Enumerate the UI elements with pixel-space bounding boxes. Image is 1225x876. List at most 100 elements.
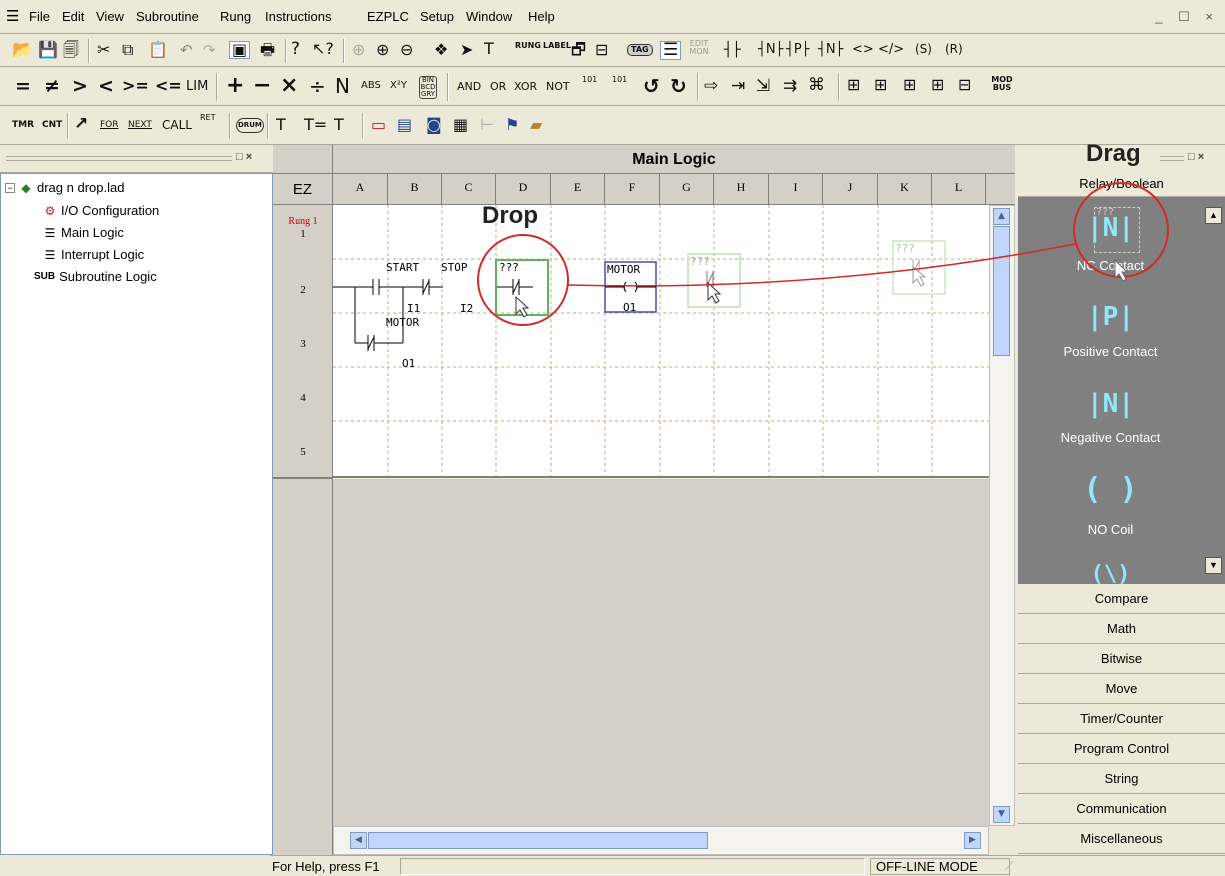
next-button[interactable]: NEXT xyxy=(128,121,152,130)
zoom-in-icon[interactable]: ⊕ xyxy=(376,42,389,58)
less-button[interactable]: < xyxy=(98,77,114,96)
negative-contact-icon[interactable]: ┤N├ xyxy=(818,43,843,56)
category-relay-boolean[interactable]: Relay/Boolean xyxy=(1018,171,1225,197)
text-arrow-button[interactable]: T xyxy=(276,117,286,133)
palette-scroll-up-icon[interactable]: ▲ xyxy=(1205,207,1222,224)
not-button[interactable]: NOT xyxy=(546,81,570,92)
output-icon[interactable]: ⊞ xyxy=(903,77,916,93)
tree-root[interactable]: − ◆ drag n drop.lad xyxy=(5,180,124,195)
convert-icon[interactable]: ⌘ xyxy=(808,77,825,94)
palette-item-no-coil[interactable]: NO Coil xyxy=(1018,522,1203,537)
rotate-left-icon[interactable]: ↺ xyxy=(643,76,660,96)
tree-item-io-configuration[interactable]: ⚙ I/O Configuration xyxy=(43,203,160,218)
edit-mon-button[interactable]: EDIT MON xyxy=(686,40,712,56)
menu-rung[interactable]: Rung xyxy=(220,9,251,24)
window-icon[interactable]: 🗗 xyxy=(571,42,586,58)
layers-icon[interactable]: ❖ xyxy=(434,42,448,58)
zoom-out-icon[interactable]: ⊖ xyxy=(400,42,413,58)
positive-contact-palette-icon[interactable]: |P| xyxy=(1018,302,1203,332)
subtract-button[interactable]: − xyxy=(253,75,271,97)
category-miscellaneous[interactable]: Miscellaneous xyxy=(1018,824,1225,854)
category-program-control[interactable]: Program Control xyxy=(1018,734,1225,764)
vertical-scrollbar[interactable]: ▲ ▼ xyxy=(989,205,1015,826)
greater-button[interactable]: > xyxy=(72,77,88,96)
add-button[interactable]: + xyxy=(226,75,244,97)
category-string[interactable]: String xyxy=(1018,764,1225,794)
input-icon[interactable]: ⊞ xyxy=(847,77,860,93)
window-controls[interactable]: _ ☐ × xyxy=(1155,9,1219,25)
save-icon[interactable]: 💾 xyxy=(38,42,58,58)
network-icon[interactable]: ⊢ xyxy=(480,117,494,133)
tree-item-interrupt-logic[interactable]: ☰ Interrupt Logic xyxy=(43,247,145,262)
scroll-down-icon[interactable]: ▼ xyxy=(993,806,1010,823)
return-button[interactable]: RET xyxy=(200,114,216,122)
scroll-thumb[interactable] xyxy=(368,832,708,849)
sqrt-button[interactable]: N xyxy=(335,76,350,96)
or-button[interactable]: OR xyxy=(490,81,506,92)
nc-contact-palette-icon[interactable]: |N| xyxy=(1018,213,1203,243)
drum-button[interactable]: DRUM xyxy=(236,118,264,133)
text-tool-icon[interactable]: T xyxy=(484,41,494,57)
menu-setup[interactable]: Setup xyxy=(420,9,454,24)
divide-button[interactable]: ÷ xyxy=(309,76,326,96)
help-icon[interactable]: ? xyxy=(291,41,300,58)
move-icon[interactable]: ⇨ xyxy=(704,78,718,95)
category-compare[interactable]: Compare xyxy=(1018,584,1225,614)
layout-icon[interactable]: ▣ xyxy=(229,41,251,59)
menu-instructions[interactable]: Instructions xyxy=(265,9,331,24)
redo-icon[interactable]: ↷ xyxy=(203,43,216,58)
rung-button[interactable]: RUNG xyxy=(515,42,541,50)
message-icon[interactable]: ▭ xyxy=(371,117,386,133)
category-move[interactable]: Move xyxy=(1018,674,1225,704)
info-icon[interactable]: ▤ xyxy=(397,117,412,133)
palette-scroll-down-icon[interactable]: ▼ xyxy=(1205,557,1222,574)
menu-file[interactable]: File xyxy=(29,9,50,24)
and-button[interactable]: AND xyxy=(457,81,481,92)
palette-item-positive-contact[interactable]: Positive Contact xyxy=(1018,344,1203,359)
no-coil-palette-icon[interactable]: ( ) xyxy=(1018,472,1203,507)
less-equal-button[interactable]: <= xyxy=(155,78,182,94)
resize-grip-icon[interactable]: ⟋ xyxy=(1005,859,1013,874)
reset-coil-icon[interactable]: (R) xyxy=(945,43,963,55)
jump-icon[interactable]: ↗ xyxy=(74,116,88,133)
for-button[interactable]: FOR xyxy=(100,121,119,130)
scroll-up-icon[interactable]: ▲ xyxy=(993,208,1010,225)
power-button[interactable]: X²Y xyxy=(390,81,407,91)
horizontal-scrollbar[interactable]: ◀ ▶ xyxy=(333,826,989,855)
input-move-icon[interactable]: ⊞ xyxy=(874,77,887,93)
menu-window[interactable]: Window xyxy=(466,9,512,24)
move-block-icon[interactable]: ⇉ xyxy=(783,78,797,95)
scroll-thumb[interactable] xyxy=(993,226,1010,356)
menu-view[interactable]: View xyxy=(96,9,124,24)
pane-controls[interactable]: □ × xyxy=(236,151,252,163)
text-equal-button[interactable]: T= xyxy=(304,117,327,133)
split-icon[interactable]: ⊟ xyxy=(595,42,608,58)
tag-button[interactable]: TAG xyxy=(627,44,653,56)
positive-contact-icon[interactable]: ┤P├ xyxy=(786,43,810,56)
coil-icon[interactable]: <> xyxy=(852,43,874,56)
menu-subroutine[interactable]: Subroutine xyxy=(136,9,199,24)
save-all-icon[interactable]: 🗐 xyxy=(63,42,79,58)
pointer-icon[interactable]: ➤ xyxy=(460,42,473,58)
xor-button[interactable]: XOR xyxy=(514,81,537,92)
negative-contact-palette-icon[interactable]: |N| xyxy=(1018,389,1203,419)
counter-button[interactable]: CNT xyxy=(42,121,62,130)
lim-button[interactable]: LIM xyxy=(186,80,208,93)
category-timer-counter[interactable]: Timer/Counter xyxy=(1018,704,1225,734)
app-menu-icon[interactable]: ☰ xyxy=(6,7,19,25)
not-equal-button[interactable]: ≠ xyxy=(44,77,60,96)
cut-icon[interactable]: ✂ xyxy=(97,42,110,58)
no-contact-icon[interactable]: ┤├ xyxy=(724,43,741,57)
call-button[interactable]: CALL xyxy=(162,119,192,131)
menu-help[interactable]: Help xyxy=(528,9,555,24)
display-icon[interactable]: ▦ xyxy=(453,117,468,133)
nc-contact-icon[interactable]: ┤N├ xyxy=(758,43,783,56)
category-communication[interactable]: Communication xyxy=(1018,794,1225,824)
nc-coil-icon[interactable]: </> xyxy=(878,43,904,56)
modbus-button[interactable]: MOD BUS xyxy=(990,76,1014,92)
abs-button[interactable]: ABS xyxy=(361,81,381,91)
set-coil-icon[interactable]: (S) xyxy=(915,43,932,55)
shift-left-button[interactable]: 101 xyxy=(582,76,597,84)
copy-icon[interactable]: ⧉ xyxy=(122,42,133,58)
timer-button[interactable]: TMR xyxy=(12,121,34,130)
